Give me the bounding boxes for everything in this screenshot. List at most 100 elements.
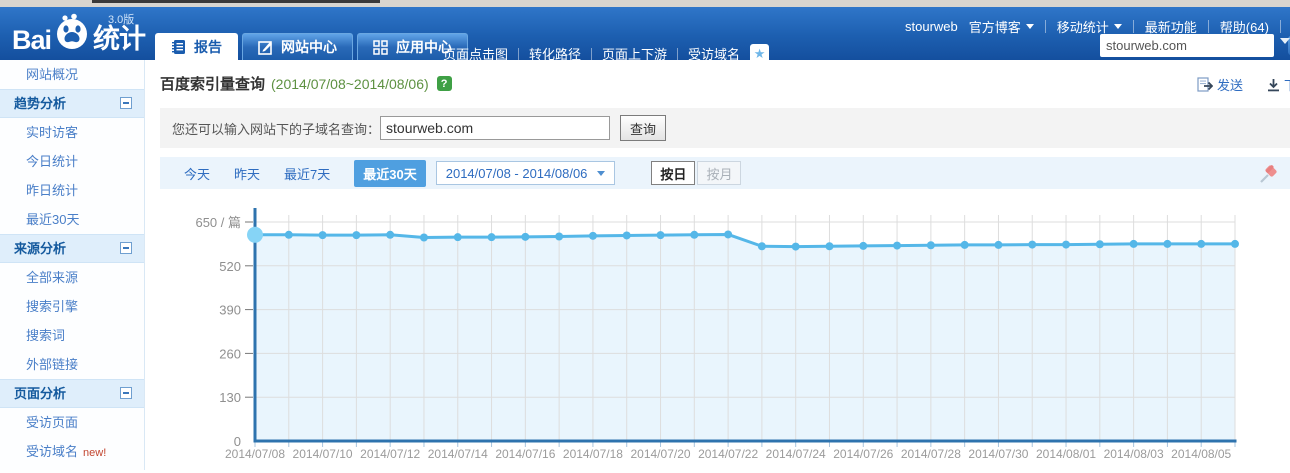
- data-point[interactable]: [420, 233, 428, 241]
- pushpin-icon[interactable]: [1258, 163, 1280, 188]
- data-point[interactable]: [623, 231, 631, 239]
- y-axis-label: 130: [219, 390, 241, 405]
- x-axis-label: 2014/07/12: [360, 447, 420, 461]
- collapse-minus-icon[interactable]: [120, 97, 132, 109]
- favorite-star-icon[interactable]: ★: [750, 44, 769, 63]
- subnav-visited-domain[interactable]: 受访域名: [688, 44, 740, 63]
- x-axis-label: 2014/08/01: [1036, 447, 1096, 461]
- sidebar-section-source-analysis[interactable]: 来源分析: [0, 234, 144, 263]
- granularity-by-day-button[interactable]: 按日: [651, 161, 695, 185]
- data-point[interactable]: [690, 231, 698, 239]
- collapse-minus-icon[interactable]: [120, 387, 132, 399]
- y-axis-label: 260: [219, 346, 241, 361]
- subnav-divider: [591, 48, 592, 60]
- data-point[interactable]: [657, 231, 665, 239]
- menu-official-blog[interactable]: 官方博客: [969, 17, 1034, 36]
- subnav-page-clickmap[interactable]: 页面点击图: [443, 44, 508, 63]
- download-report-button[interactable]: 下载: [1267, 75, 1290, 94]
- tab-report[interactable]: 报告: [155, 33, 238, 60]
- data-point[interactable]: [961, 241, 969, 249]
- tab-label: 报告: [194, 37, 222, 57]
- sidebar-section-page-analysis[interactable]: 页面分析: [0, 379, 144, 408]
- filter-yesterday[interactable]: 昨天: [234, 164, 260, 183]
- menu-divider: [1045, 20, 1046, 33]
- data-point[interactable]: [1062, 241, 1070, 249]
- dropdown-caret-icon: [597, 171, 605, 176]
- send-report-button[interactable]: 发送: [1197, 75, 1243, 94]
- sidebar-item-external-links[interactable]: 外部链接: [0, 350, 144, 379]
- date-range-value: 2014/07/08 - 2014/08/06: [446, 166, 588, 181]
- subdomain-query-input[interactable]: [380, 116, 610, 140]
- sidebar-item-yesterday-stats[interactable]: 昨日统计: [0, 176, 144, 205]
- x-axis-label: 2014/07/26: [833, 447, 893, 461]
- data-point[interactable]: [1231, 240, 1239, 248]
- menu-divider: [1208, 20, 1209, 33]
- data-point[interactable]: [1130, 240, 1138, 248]
- index-trend-chart-canvas: 0130260390520650 / 篇2014/07/082014/07/10…: [145, 200, 1290, 468]
- data-point[interactable]: [758, 242, 766, 250]
- site-selector-caret-icon[interactable]: [1280, 38, 1290, 44]
- data-point[interactable]: [724, 230, 732, 238]
- site-selector-input[interactable]: [1100, 38, 1288, 53]
- download-icon: [1267, 78, 1280, 92]
- data-point[interactable]: [488, 233, 496, 241]
- date-range-dropdown[interactable]: 2014/07/08 - 2014/08/06: [436, 161, 616, 185]
- data-point[interactable]: [994, 241, 1002, 249]
- data-point[interactable]: [386, 231, 394, 239]
- data-point[interactable]: [825, 242, 833, 250]
- filter-last-30-days-active[interactable]: 最近30天: [354, 160, 425, 187]
- subnav-page-updown[interactable]: 页面上下游: [602, 44, 667, 63]
- data-point[interactable]: [1197, 240, 1205, 248]
- logo-text-left: Bai: [12, 25, 51, 56]
- data-point[interactable]: [859, 242, 867, 250]
- sidebar-item-search-engines[interactable]: 搜索引擎: [0, 292, 144, 321]
- sidebar-item-last-30-days[interactable]: 最近30天: [0, 205, 144, 234]
- page-title: 百度索引量查询: [160, 73, 265, 94]
- data-point[interactable]: [792, 243, 800, 251]
- sidebar-item-site-overview[interactable]: 网站概况: [0, 60, 144, 89]
- x-axis-label: 2014/07/08: [225, 447, 285, 461]
- baidu-tongji-logo[interactable]: Bai 统计 3.0版: [12, 13, 145, 56]
- data-point[interactable]: [1096, 240, 1104, 248]
- x-axis-label: 2014/07/10: [293, 447, 353, 461]
- subnav-conversion-path[interactable]: 转化路径: [529, 44, 581, 63]
- subdomain-query-label: 您还可以输入网站下的子域名查询：: [172, 119, 380, 138]
- query-button[interactable]: 查询: [620, 115, 666, 141]
- username[interactable]: stourweb: [905, 19, 958, 34]
- y-axis-line: [254, 208, 257, 443]
- help-icon[interactable]: ?: [437, 76, 452, 91]
- app-center-icon: [373, 40, 388, 55]
- data-point[interactable]: [555, 232, 563, 240]
- data-point[interactable]: [1028, 241, 1036, 249]
- data-point[interactable]: [454, 233, 462, 241]
- sidebar-item-realtime-visitors[interactable]: 实时访客: [0, 118, 144, 147]
- report-actions: 发送 下载: [1197, 75, 1290, 94]
- granularity-by-month-button[interactable]: 按月: [697, 161, 741, 185]
- collapse-minus-icon[interactable]: [120, 242, 132, 254]
- filter-last-7-days[interactable]: 最近7天: [284, 164, 330, 183]
- x-axis-label: 2014/07/22: [698, 447, 758, 461]
- data-point[interactable]: [285, 231, 293, 239]
- subnav-divider: [518, 48, 519, 60]
- sidebar-item-visited-pages[interactable]: 受访页面: [0, 408, 144, 437]
- sidebar-item-today-stats[interactable]: 今日统计: [0, 147, 144, 176]
- y-axis-label: 390: [219, 303, 241, 318]
- x-axis-label: 2014/07/14: [428, 447, 488, 461]
- sidebar-item-search-terms[interactable]: 搜索词: [0, 321, 144, 350]
- page-title-row: 百度索引量查询 (2014/07/08~2014/08/06) ?: [160, 73, 452, 94]
- tab-site-center[interactable]: 网站中心: [242, 33, 353, 60]
- data-point[interactable]: [893, 242, 901, 250]
- data-point[interactable]: [589, 232, 597, 240]
- sidebar-item-all-sources[interactable]: 全部来源: [0, 263, 144, 292]
- data-point[interactable]: [521, 233, 529, 241]
- data-point[interactable]: [1163, 240, 1171, 248]
- sidebar-item-visited-domains[interactable]: 受访域名new!: [0, 437, 144, 466]
- page-title-date-range: (2014/07/08~2014/08/06): [271, 76, 429, 92]
- sidebar-section-trend-analysis[interactable]: 趋势分析: [0, 89, 144, 118]
- new-badge: new!: [83, 447, 106, 459]
- data-point[interactable]: [927, 241, 935, 249]
- data-point-highlighted[interactable]: [247, 227, 263, 243]
- filter-today[interactable]: 今天: [184, 164, 210, 183]
- data-point[interactable]: [352, 231, 360, 239]
- data-point[interactable]: [319, 231, 327, 239]
